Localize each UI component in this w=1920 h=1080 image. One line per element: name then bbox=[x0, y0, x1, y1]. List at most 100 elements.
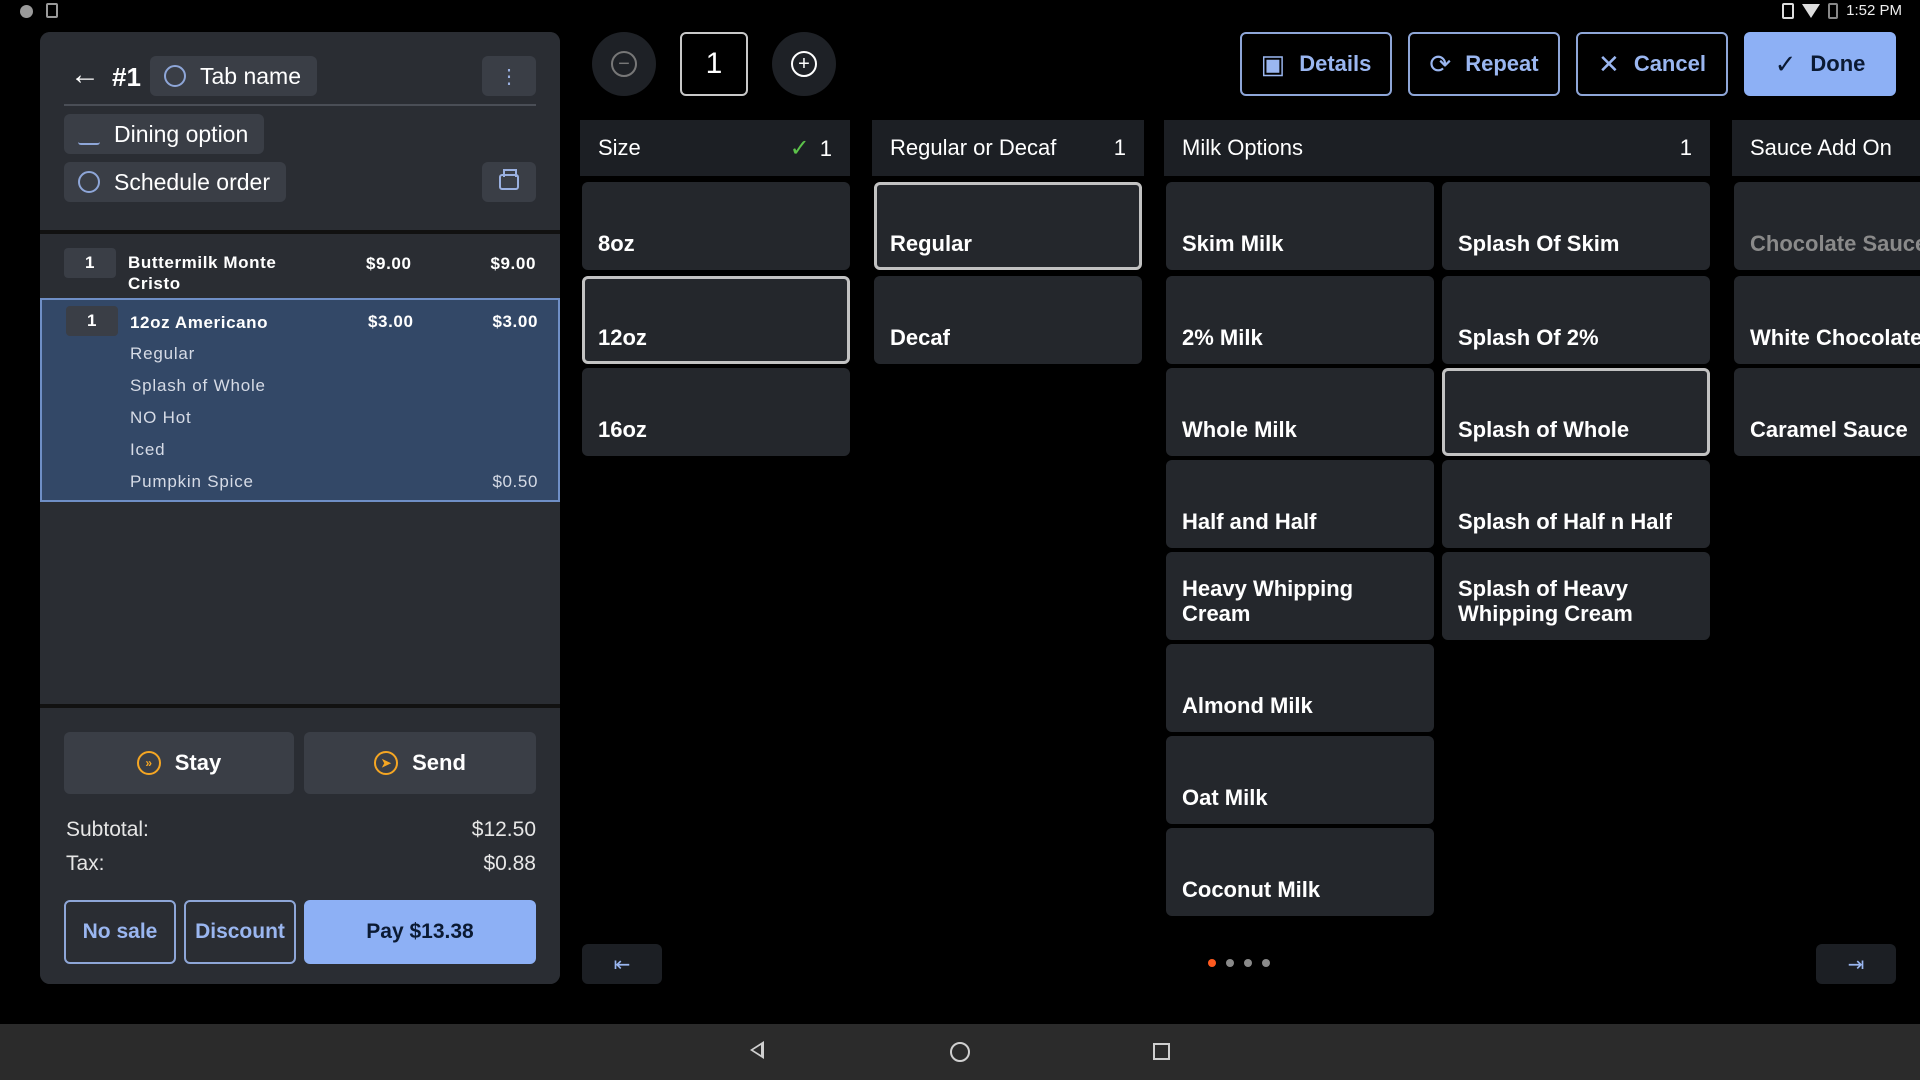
group-title: Milk Options bbox=[1182, 135, 1304, 160]
repeat-button[interactable]: ⟳ Repeat bbox=[1408, 32, 1560, 96]
kebab-icon[interactable]: ⋮ bbox=[482, 56, 536, 96]
item-qty: 1 bbox=[64, 248, 116, 278]
wifi-icon bbox=[1802, 3, 1821, 18]
size-group-header: Size ✓ 1 bbox=[580, 120, 850, 176]
battery-icon bbox=[1828, 2, 1839, 19]
modifier-option[interactable]: Splash of Half n Half bbox=[1442, 460, 1710, 548]
modifier-option[interactable]: Almond Milk bbox=[1166, 644, 1434, 732]
item-modifier: Splash of Whole bbox=[130, 376, 266, 395]
modifier-option[interactable]: Skim Milk bbox=[1166, 182, 1434, 270]
group-count: 1 bbox=[819, 135, 832, 161]
check-icon: ✓ bbox=[1774, 48, 1797, 79]
tab-name-chip[interactable]: Tab name bbox=[150, 56, 318, 96]
order-items: 1 Buttermilk Monte Cristo $9.00 $9.00 1 … bbox=[40, 230, 560, 704]
order-panel: ← #1 Tab name ⋮ Dining option Schedule o… bbox=[40, 32, 560, 984]
modifier-option[interactable]: Splash Of Skim bbox=[1442, 182, 1710, 270]
discount-button[interactable]: Discount bbox=[184, 900, 296, 964]
schedule-order-label: Schedule order bbox=[114, 168, 270, 195]
subtotal-label: Subtotal: bbox=[66, 818, 149, 841]
modifier-option[interactable]: White Chocolate S bbox=[1734, 276, 1920, 364]
group-title: Regular or Decaf bbox=[890, 135, 1057, 160]
subtotal-row: Subtotal: $12.50 bbox=[66, 818, 536, 842]
group-title: Size bbox=[598, 135, 641, 160]
group-count: 1 bbox=[1113, 135, 1126, 160]
page-dot bbox=[1226, 959, 1234, 967]
item-modifier: Regular bbox=[130, 344, 196, 363]
modifier-option[interactable]: 16oz bbox=[582, 368, 850, 456]
order-number: #1 bbox=[112, 62, 141, 92]
modifier-option[interactable]: Splash of Heavy Whipping Cream bbox=[1442, 552, 1710, 640]
dining-option-chip[interactable]: Dining option bbox=[64, 114, 265, 154]
milk-options-group-header: Milk Options 1 bbox=[1164, 120, 1710, 176]
nav-home-icon[interactable] bbox=[950, 1042, 970, 1062]
details-button[interactable]: ▣ Details bbox=[1240, 32, 1392, 96]
item-name: 12oz Americano bbox=[130, 313, 269, 332]
close-icon: ✕ bbox=[1598, 48, 1620, 79]
print-button[interactable] bbox=[482, 162, 536, 202]
check-icon: ✓ bbox=[789, 134, 810, 162]
first-page-button[interactable]: ⇤ bbox=[582, 944, 662, 984]
details-icon: ▣ bbox=[1260, 48, 1286, 79]
item-price: $9.00 bbox=[366, 254, 412, 273]
dining-icon bbox=[78, 123, 100, 145]
modifier-option[interactable]: Caramel Sauce bbox=[1734, 368, 1920, 456]
repeat-icon: ⟳ bbox=[1429, 48, 1452, 79]
item-price: $3.00 bbox=[368, 312, 414, 331]
pay-button[interactable]: Pay $13.38 bbox=[304, 900, 536, 964]
page-dot bbox=[1244, 959, 1252, 967]
modifier-option[interactable]: 2% Milk bbox=[1166, 276, 1434, 364]
modifier-option-selected[interactable]: 12oz bbox=[582, 276, 850, 364]
nav-recents-icon[interactable] bbox=[1153, 1043, 1170, 1060]
stay-button[interactable]: » Stay bbox=[64, 732, 294, 794]
increase-quantity-button[interactable]: + bbox=[772, 32, 836, 96]
item-total: $9.00 bbox=[490, 254, 536, 273]
no-sale-button[interactable]: No sale bbox=[64, 900, 176, 964]
repeat-label: Repeat bbox=[1465, 51, 1539, 76]
decrease-quantity-button[interactable]: − bbox=[592, 32, 656, 96]
cancel-button[interactable]: ✕ Cancel bbox=[1576, 32, 1728, 96]
send-button[interactable]: ➤ Send bbox=[304, 732, 536, 794]
item-modifier: Iced bbox=[130, 440, 166, 459]
details-label: Details bbox=[1299, 51, 1372, 76]
minus-icon: − bbox=[611, 51, 637, 77]
order-footer: » Stay ➤ Send Subtotal: $12.50 Tax: $0.8… bbox=[40, 704, 560, 984]
modifier-option[interactable]: Coconut Milk bbox=[1166, 828, 1434, 916]
first-page-icon: ⇤ bbox=[613, 953, 631, 976]
stay-label: Stay bbox=[174, 750, 222, 775]
subtotal-value: $12.50 bbox=[471, 818, 536, 841]
modifier-option[interactable]: Decaf bbox=[874, 276, 1142, 364]
modifier-option[interactable]: Half and Half bbox=[1166, 460, 1434, 548]
back-arrow-icon[interactable]: ← bbox=[70, 60, 100, 90]
stay-icon: » bbox=[136, 751, 161, 775]
modifier-option[interactable]: Splash Of 2% bbox=[1442, 276, 1710, 364]
page-dot-active bbox=[1208, 959, 1216, 967]
last-page-button[interactable]: ⇥ bbox=[1816, 944, 1896, 984]
item-modifier: NO Hot bbox=[130, 408, 192, 427]
modifier-option[interactable]: 8oz bbox=[582, 182, 850, 270]
modifier-option[interactable]: Whole Milk bbox=[1166, 368, 1434, 456]
tab-name-label: Tab name bbox=[200, 62, 302, 89]
send-icon: ➤ bbox=[374, 751, 399, 775]
regular-decaf-group-header: Regular or Decaf 1 bbox=[872, 120, 1144, 176]
modifier-option-selected[interactable]: Splash of Whole bbox=[1442, 368, 1710, 456]
quantity-display: 1 bbox=[680, 32, 748, 96]
modifier-option[interactable]: Chocolate Sauce bbox=[1734, 182, 1920, 270]
modifier-option[interactable]: Oat Milk bbox=[1166, 736, 1434, 824]
printer-icon bbox=[499, 169, 519, 190]
schedule-order-chip[interactable]: Schedule order bbox=[64, 162, 286, 202]
last-page-icon: ⇥ bbox=[1847, 953, 1865, 976]
page-dot bbox=[1262, 959, 1270, 967]
tax-row: Tax: $0.88 bbox=[66, 852, 536, 876]
modifier-option-selected[interactable]: Regular bbox=[874, 182, 1142, 270]
nav-back-icon[interactable] bbox=[750, 1041, 764, 1059]
cancel-label: Cancel bbox=[1633, 51, 1706, 76]
order-line-item-selected[interactable]: 1 12oz Americano $3.00 $3.00 Regular Spl… bbox=[40, 298, 560, 502]
item-name: Buttermilk Monte Cristo bbox=[128, 253, 277, 293]
order-line-item[interactable]: 1 Buttermilk Monte Cristo $9.00 $9.00 bbox=[40, 248, 560, 300]
done-button[interactable]: ✓ Done bbox=[1744, 32, 1896, 96]
plus-icon: + bbox=[791, 51, 817, 77]
tax-label: Tax: bbox=[66, 852, 105, 875]
sauce-add-on-group-header: Sauce Add On bbox=[1732, 120, 1920, 176]
modifier-option[interactable]: Heavy Whipping Cream bbox=[1166, 552, 1434, 640]
done-label: Done bbox=[1810, 51, 1866, 76]
